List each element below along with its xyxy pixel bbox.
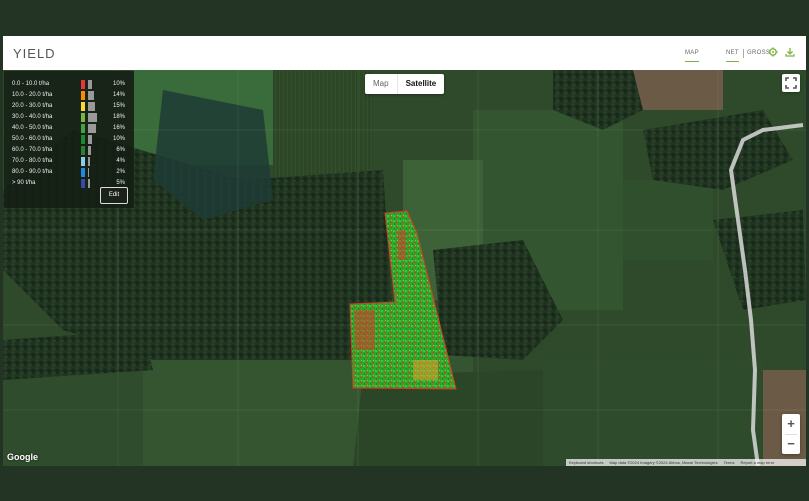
toggle-gross[interactable]: GROSS <box>747 50 770 56</box>
yield-legend: 0.0 - 10.0 t/ha 10% 10.0 - 20.0 t/ha 14%… <box>4 71 134 208</box>
legend-row: 50.0 - 60.0 t/ha 10% <box>12 135 125 144</box>
report-error-link[interactable]: Report a map error <box>737 460 777 465</box>
legend-row: 40.0 - 50.0 t/ha 16% <box>12 124 125 133</box>
legend-swatch <box>81 135 85 144</box>
gear-icon[interactable] <box>768 47 778 57</box>
legend-bar <box>88 179 90 188</box>
legend-row: 60.0 - 70.0 t/ha 6% <box>12 146 125 155</box>
toggle-separator <box>743 49 744 58</box>
legend-swatch <box>81 157 85 166</box>
legend-swatch <box>81 91 85 100</box>
yield-card: YIELD MAP NET GROSS 0.0 - 10.0 t/ha 10% … <box>3 36 806 466</box>
legend-bar <box>88 113 97 122</box>
map-type-satellite-button[interactable]: Satellite <box>398 74 445 94</box>
map-data-text: Map data ©2024 Imagery ©2024 Airbus, Max… <box>609 460 718 465</box>
toggle-net[interactable]: NET <box>726 50 739 62</box>
legend-swatch <box>81 113 85 122</box>
legend-row: 10.0 - 20.0 t/ha 14% <box>12 91 125 100</box>
terms-link[interactable]: Terms <box>721 460 738 465</box>
card-header: YIELD MAP NET GROSS <box>3 36 806 70</box>
legend-row: 70.0 - 80.0 t/ha 4% <box>12 157 125 166</box>
zoom-in-button[interactable]: + <box>782 414 800 434</box>
legend-bar <box>88 102 95 111</box>
legend-bar <box>88 80 92 89</box>
tab-map[interactable]: MAP <box>685 50 699 62</box>
legend-swatch <box>81 179 85 188</box>
legend-bar <box>88 168 89 177</box>
legend-swatch <box>81 146 85 155</box>
legend-bar <box>88 146 91 155</box>
legend-bar <box>88 135 92 144</box>
legend-bar <box>88 124 96 133</box>
edit-legend-button[interactable]: Edit <box>100 187 128 204</box>
legend-swatch <box>81 168 85 177</box>
zoom-control: + − <box>782 414 800 454</box>
legend-swatch <box>81 124 85 133</box>
map-type-control: Map Satellite <box>365 74 445 94</box>
map-type-map-button[interactable]: Map <box>365 74 398 94</box>
fullscreen-icon <box>785 77 797 89</box>
legend-bar <box>88 91 94 100</box>
keyboard-shortcuts-link[interactable]: Keyboard shortcuts <box>566 460 606 465</box>
legend-swatch <box>81 102 85 111</box>
legend-bar <box>88 157 90 166</box>
legend-row: 20.0 - 30.0 t/ha 15% <box>12 102 125 111</box>
download-icon[interactable] <box>785 47 795 57</box>
page-title: YIELD <box>13 46 56 61</box>
map-attribution: Keyboard shortcuts Map data ©2024 Imager… <box>566 459 806 466</box>
legend-row: 30.0 - 40.0 t/ha 18% <box>12 113 125 122</box>
zoom-out-button[interactable]: − <box>782 434 800 454</box>
satellite-map[interactable]: 0.0 - 10.0 t/ha 10% 10.0 - 20.0 t/ha 14%… <box>3 70 806 466</box>
legend-row: 0.0 - 10.0 t/ha 10% <box>12 80 125 89</box>
legend-row: 80.0 - 90.0 t/ha 2% <box>12 168 125 177</box>
google-logo: Google <box>7 452 38 462</box>
fullscreen-button[interactable] <box>782 74 800 92</box>
legend-swatch <box>81 80 85 89</box>
